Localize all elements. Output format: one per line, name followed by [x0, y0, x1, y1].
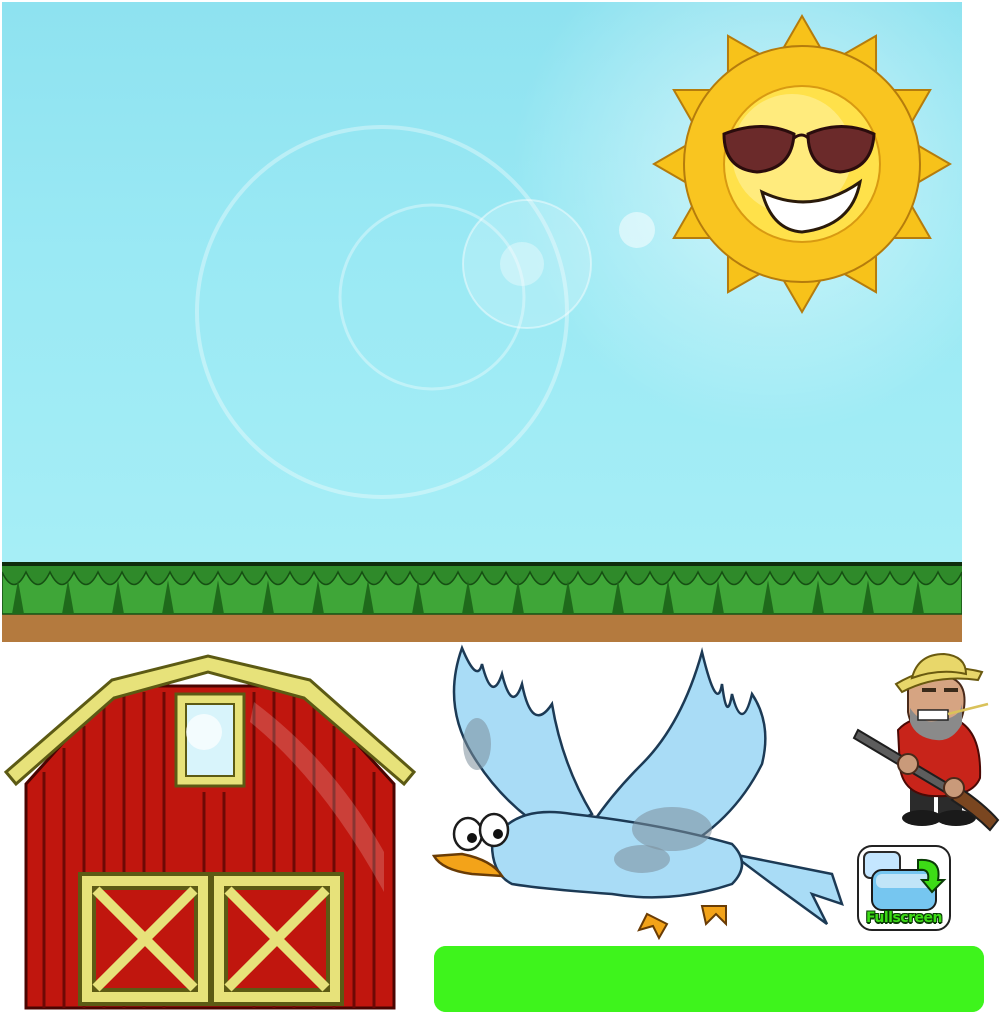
fullscreen-button[interactable]: Fullscreen: [856, 844, 952, 932]
barn-sprite: [4, 654, 416, 1010]
bird-sprite: [432, 644, 844, 941]
progress-fill: [434, 946, 984, 1012]
progress-bar: [434, 946, 984, 1012]
sun-icon: [652, 14, 952, 314]
sky-background: [2, 2, 962, 562]
ground-grass-strip: [2, 562, 962, 642]
farmer-sprite: [852, 652, 1000, 832]
fullscreen-label: Fullscreen: [866, 910, 942, 926]
